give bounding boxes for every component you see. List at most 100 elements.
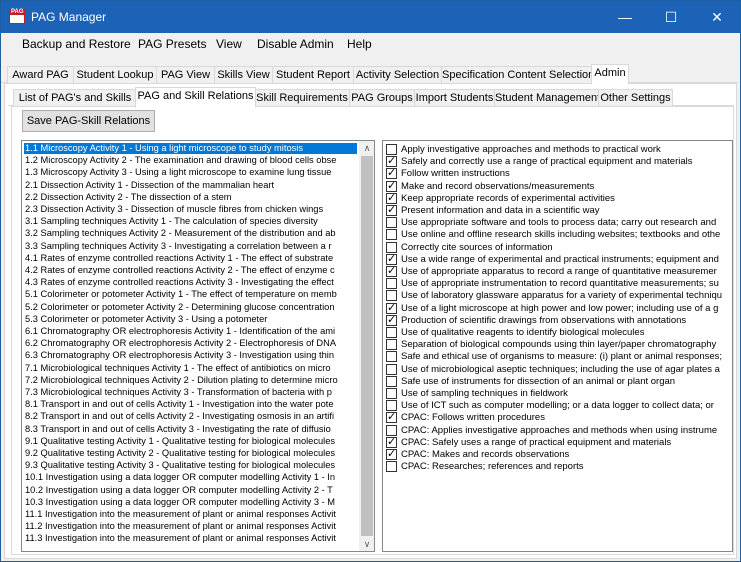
tab-pag-and-skill-relations[interactable]: PAG and Skill Relations: [135, 87, 256, 108]
activity-list-item[interactable]: 8.2 Transport in and out of cells Activi…: [24, 411, 357, 422]
checkbox-checked-icon[interactable]: ✓: [386, 412, 397, 424]
skill-check-row[interactable]: Separation of biological compounds using…: [385, 338, 732, 351]
checkbox-checked-icon[interactable]: ✓: [386, 180, 397, 192]
tab-student-lookup[interactable]: Student Lookup: [73, 66, 157, 84]
tab-award-pag[interactable]: Award PAG: [7, 66, 74, 84]
skill-check-row[interactable]: Use of sampling techniques in fieldwork: [385, 387, 732, 400]
skill-check-row[interactable]: Use of appropriate instrumentation to re…: [385, 277, 732, 290]
activity-list-item[interactable]: 5.1 Colorimeter or potometer Activity 1 …: [24, 289, 357, 300]
tab-skills-view[interactable]: Skills View: [214, 66, 273, 84]
activity-list-item[interactable]: 1.3 Microscopy Activity 3 - Using a ligh…: [24, 167, 357, 178]
activity-list-item[interactable]: 1.2 Microscopy Activity 2 - The examinat…: [24, 155, 357, 166]
checkbox-unchecked-icon[interactable]: [386, 217, 397, 229]
tab-skill-requirements[interactable]: Skill Requirements: [254, 89, 350, 107]
skill-check-row[interactable]: ✓ Present information and data in a scien…: [385, 204, 732, 217]
skill-check-row[interactable]: ✓ Safely and correctly use a range of pra…: [385, 155, 732, 168]
skill-check-row[interactable]: Use of qualitative reagents to identify …: [385, 326, 732, 339]
menu-disable-admin[interactable]: Disable Admin: [257, 37, 334, 51]
tab-activity-selection[interactable]: Activity Selection: [353, 66, 442, 84]
tab-admin[interactable]: Admin: [591, 64, 629, 85]
skill-check-row[interactable]: ✓ Use of appropriate apparatus to record …: [385, 265, 732, 278]
tab-student-report[interactable]: Student Report: [272, 66, 354, 84]
activity-list-item[interactable]: 6.2 Chromatography OR electrophoresis Ac…: [24, 338, 357, 349]
checkbox-checked-icon[interactable]: ✓: [386, 168, 397, 180]
tab-student-management[interactable]: Student Management: [494, 89, 600, 107]
skill-check-row[interactable]: Use appropriate software and tools to pr…: [385, 216, 732, 229]
menu-backup-restore[interactable]: Backup and Restore: [22, 37, 131, 51]
menu-view[interactable]: View: [216, 37, 242, 51]
activity-list-item[interactable]: 7.3 Microbiological techniques Activity …: [24, 387, 357, 398]
skill-checklist[interactable]: Apply investigative approaches and metho…: [382, 140, 733, 552]
skill-check-row[interactable]: Safe use of instruments for dissection o…: [385, 375, 732, 388]
activity-list-item[interactable]: 3.3 Sampling techniques Activity 3 - Inv…: [24, 241, 357, 252]
activity-list-item[interactable]: 2.1 Dissection Activity 1 - Dissection o…: [24, 180, 357, 191]
activity-list-item[interactable]: 10.1 Investigation using a data logger O…: [24, 472, 357, 483]
menu-help[interactable]: Help: [347, 37, 372, 51]
tab-list-of-pags-and-skills[interactable]: List of PAG's and Skills: [13, 89, 137, 107]
menu-pag-presets[interactable]: PAG Presets: [138, 37, 206, 51]
checkbox-checked-icon[interactable]: ✓: [386, 436, 397, 448]
skill-check-row[interactable]: ✓ CPAC: Follows written procedures: [385, 411, 732, 424]
checkbox-unchecked-icon[interactable]: [386, 461, 397, 473]
activity-list-item[interactable]: 6.1 Chromatography OR electrophoresis Ac…: [24, 326, 357, 337]
skill-check-row[interactable]: Use of ICT such as computer modelling; o…: [385, 399, 732, 412]
skill-check-row[interactable]: Safe and ethical use of organisms to mea…: [385, 350, 732, 363]
activity-list-item[interactable]: 4.1 Rates of enzyme controlled reactions…: [24, 253, 357, 264]
activity-list-item[interactable]: 8.1 Transport in and out of cells Activi…: [24, 399, 357, 410]
checkbox-unchecked-icon[interactable]: [386, 229, 397, 241]
activity-list-item[interactable]: 4.2 Rates of enzyme controlled reactions…: [24, 265, 357, 276]
activity-list[interactable]: ∧ ∨ 1.1 Microscopy Activity 1 - Using a …: [21, 140, 375, 552]
activity-list-item[interactable]: 10.2 Investigation using a data logger O…: [24, 485, 357, 496]
checkbox-checked-icon[interactable]: ✓: [386, 266, 397, 277]
activity-list-item[interactable]: 5.2 Colorimeter or potometer Activity 2 …: [24, 302, 357, 313]
skill-check-row[interactable]: Use online and offline research skills i…: [385, 228, 732, 241]
checkbox-unchecked-icon[interactable]: [386, 375, 397, 387]
activity-list-item[interactable]: 7.1 Microbiological techniques Activity …: [24, 363, 357, 374]
title-bar[interactable]: PAG PAG Manager — ☐ ✕: [1, 1, 740, 33]
activity-list-item[interactable]: 9.3 Qualitative testing Activity 3 - Qua…: [24, 460, 357, 471]
checkbox-checked-icon[interactable]: ✓: [386, 205, 397, 216]
activity-list-item[interactable]: 9.2 Qualitative testing Activity 2 - Qua…: [24, 448, 357, 459]
checkbox-unchecked-icon[interactable]: [386, 144, 397, 155]
activity-list-item[interactable]: 2.3 Dissection Activity 3 - Dissection o…: [24, 204, 357, 215]
activity-list-item[interactable]: 7.2 Microbiological techniques Activity …: [24, 375, 357, 386]
activity-list-item[interactable]: 8.3 Transport in and out of cells Activi…: [24, 424, 357, 435]
activity-list-item[interactable]: 9.1 Qualitative testing Activity 1 - Qua…: [24, 436, 357, 447]
checkbox-unchecked-icon[interactable]: [386, 327, 397, 338]
checkbox-unchecked-icon[interactable]: [386, 351, 397, 363]
checkbox-checked-icon[interactable]: ✓: [386, 314, 397, 326]
skill-check-row[interactable]: ✓ CPAC: Safely uses a range of practical …: [385, 436, 732, 449]
checkbox-unchecked-icon[interactable]: [386, 290, 397, 302]
save-pag-skill-relations-button[interactable]: Save PAG-Skill Relations: [22, 110, 155, 132]
tab-pag-groups[interactable]: PAG Groups: [349, 89, 415, 107]
checkbox-unchecked-icon[interactable]: [386, 241, 397, 253]
skill-check-row[interactable]: CPAC: Researches; references and reports: [385, 460, 732, 473]
activity-list-item[interactable]: 10.3 Investigation using a data logger O…: [24, 497, 357, 508]
skill-check-row[interactable]: ✓ Follow written instructions: [385, 167, 732, 180]
skill-check-row[interactable]: Use of microbiological aseptic technique…: [385, 363, 732, 376]
tab-specification-content-selection[interactable]: Specification Content Selection: [441, 66, 594, 84]
skill-check-row[interactable]: Use of laboratory glassware apparatus fo…: [385, 289, 732, 302]
checkbox-unchecked-icon[interactable]: [386, 400, 397, 412]
skill-check-row[interactable]: ✓ CPAC: Makes and records observations: [385, 448, 732, 461]
checkbox-checked-icon[interactable]: ✓: [386, 192, 397, 204]
maximize-button[interactable]: ☐: [648, 1, 694, 33]
checkbox-unchecked-icon[interactable]: [386, 424, 397, 436]
close-button[interactable]: ✕: [694, 1, 740, 33]
tab-pag-view[interactable]: PAG View: [156, 66, 215, 84]
checkbox-unchecked-icon[interactable]: [386, 388, 397, 399]
scroll-down-icon[interactable]: ∨: [359, 537, 374, 551]
skill-check-row[interactable]: ✓ Keep appropriate records of experimenta…: [385, 192, 732, 205]
checkbox-checked-icon[interactable]: ✓: [386, 302, 397, 314]
scroll-thumb[interactable]: [361, 156, 373, 536]
scroll-up-icon[interactable]: ∧: [359, 141, 374, 155]
activity-list-item[interactable]: 11.3 Investigation into the measurement …: [24, 533, 357, 544]
skill-check-row[interactable]: ✓ Use a wide range of experimental and pr…: [385, 253, 732, 266]
checkbox-unchecked-icon[interactable]: [386, 339, 397, 351]
skill-check-row[interactable]: CPAC: Applies investigative approaches a…: [385, 424, 732, 437]
tab-import-students[interactable]: Import Students: [414, 89, 495, 107]
activity-list-item[interactable]: 11.1 Investigation into the measurement …: [24, 509, 357, 520]
skill-check-row[interactable]: ✓ Make and record observations/measuremen…: [385, 180, 732, 193]
skill-check-row[interactable]: Correctly cite sources of information: [385, 241, 732, 254]
activity-list-scrollbar[interactable]: ∧ ∨: [359, 141, 374, 551]
